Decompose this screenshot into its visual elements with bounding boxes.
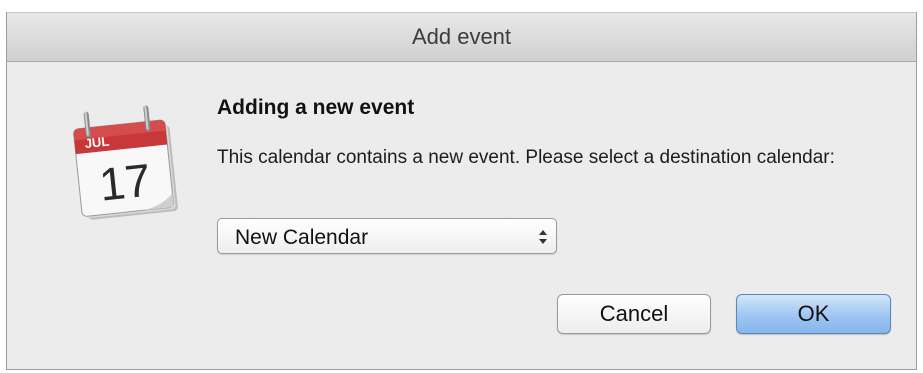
dialog-message: This calendar contains a new event. Plea…	[217, 147, 835, 168]
ok-button[interactable]: OK	[736, 294, 891, 334]
cancel-button[interactable]: Cancel	[557, 294, 711, 334]
up-down-arrows-icon	[539, 230, 547, 244]
window-title: Add event	[411, 24, 512, 49]
dialog-heading: Adding a new event	[217, 96, 415, 119]
add-event-dialog: Add event JUL 17 Adding a new event This…	[6, 12, 917, 370]
calendar-day-text: 17	[97, 154, 153, 211]
destination-calendar-value: New Calendar	[235, 226, 369, 249]
calendar-app-icon: JUL 17	[73, 105, 178, 220]
destination-calendar-select[interactable]: New Calendar	[217, 218, 557, 254]
titlebar[interactable]: Add event	[7, 12, 916, 62]
